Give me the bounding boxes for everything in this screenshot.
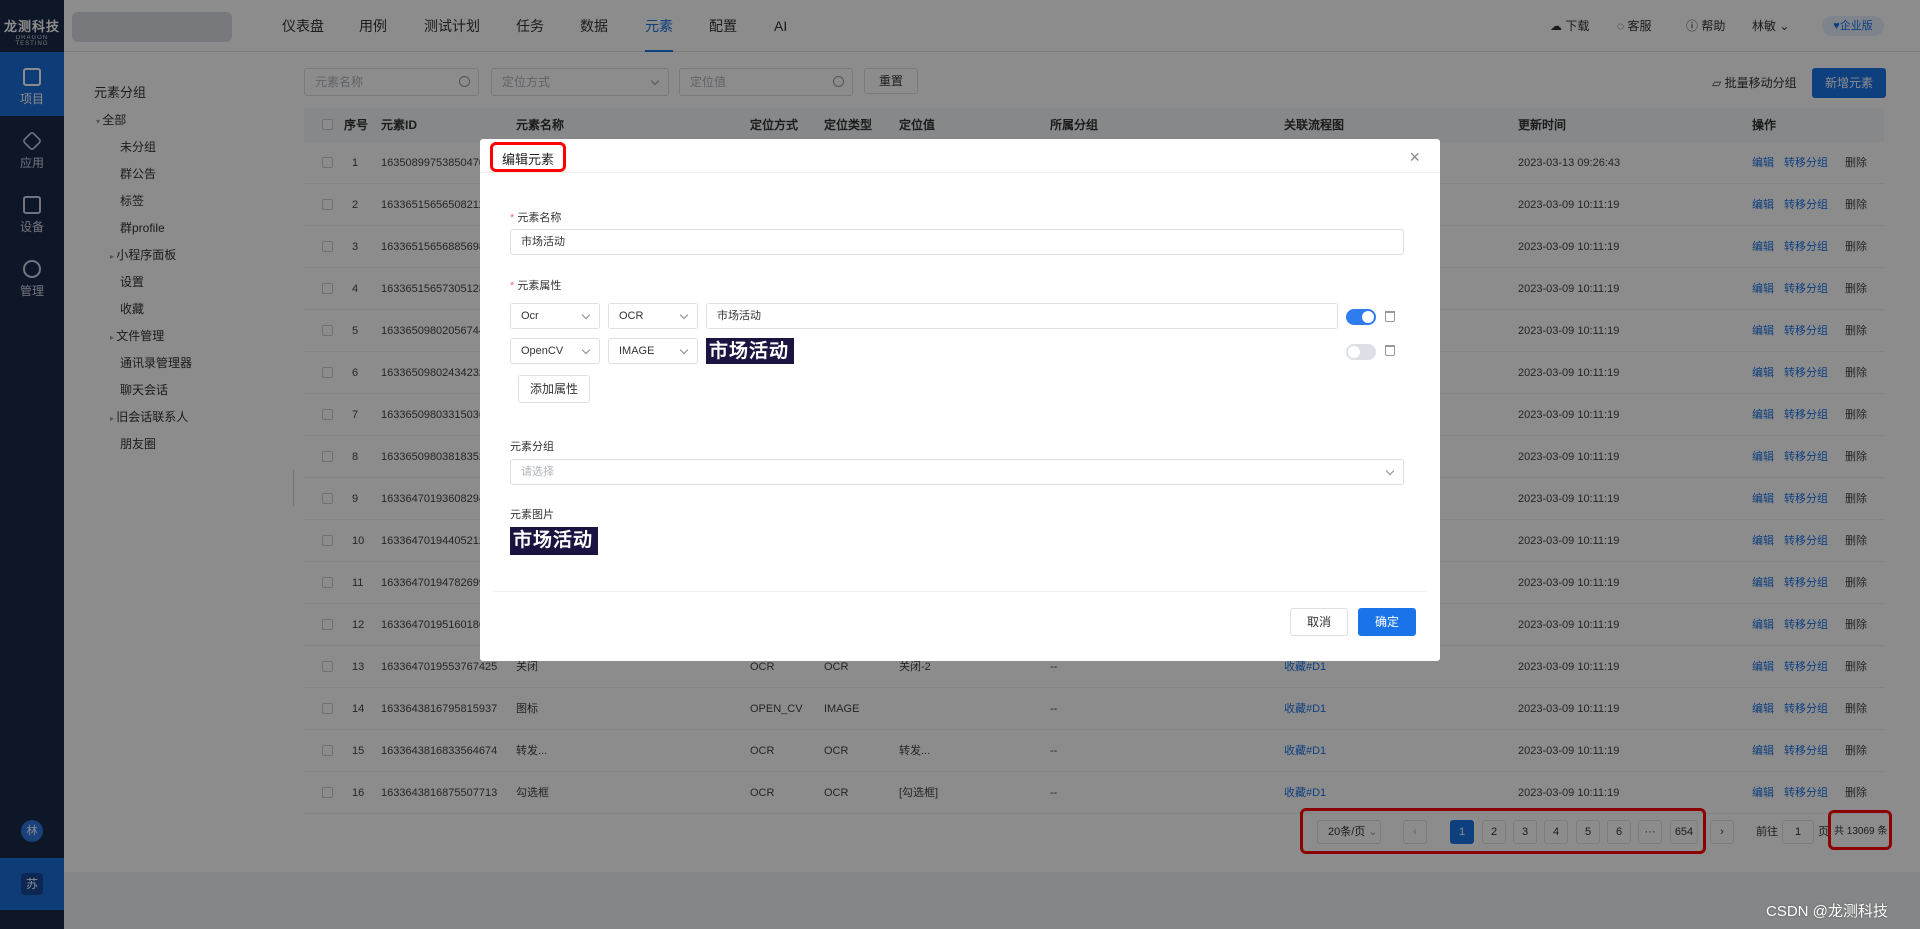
attr-label: * 元素属性: [510, 280, 562, 292]
close-icon[interactable]: ×: [1409, 147, 1420, 168]
attr-type-select[interactable]: OCR: [608, 303, 698, 329]
divider: [494, 591, 1426, 592]
chevron-down-icon: [679, 345, 689, 355]
element-image: 市场活动: [510, 527, 598, 555]
cancel-button[interactable]: 取消: [1290, 608, 1348, 636]
chevron-down-icon: [581, 310, 591, 320]
image-label: 元素图片: [510, 509, 554, 521]
attr-method-select[interactable]: Ocr: [510, 303, 600, 329]
attr-image-thumbnail: 市场活动: [706, 338, 794, 364]
element-group-select[interactable]: 请选择: [510, 459, 1404, 485]
element-name-field[interactable]: 市场活动: [510, 229, 1404, 255]
attr-value-input[interactable]: 市场活动: [706, 303, 1338, 329]
attr-method-select[interactable]: OpenCV: [510, 338, 600, 364]
name-label: * 元素名称: [510, 212, 562, 224]
chevron-down-icon: [679, 310, 689, 320]
attr-enable-toggle[interactable]: [1346, 344, 1376, 360]
group-label: 元素分组: [510, 441, 554, 453]
attr-type-select[interactable]: IMAGE: [608, 338, 698, 364]
confirm-button[interactable]: 确定: [1358, 608, 1416, 636]
divider: [480, 172, 1440, 173]
add-attribute-button[interactable]: 添加属性: [518, 375, 590, 403]
edit-element-dialog: 编辑元素 × * 元素名称 市场活动 * 元素属性 Ocr OCR 市场活动 O…: [480, 139, 1440, 661]
watermark: CSDN @龙测科技: [1766, 903, 1888, 920]
chevron-down-icon: [1385, 466, 1395, 476]
attr-enable-toggle[interactable]: [1346, 309, 1376, 325]
chevron-down-icon: [581, 345, 591, 355]
trash-icon[interactable]: [1385, 345, 1395, 356]
title-highlight: [490, 142, 566, 172]
trash-icon[interactable]: [1385, 311, 1395, 322]
